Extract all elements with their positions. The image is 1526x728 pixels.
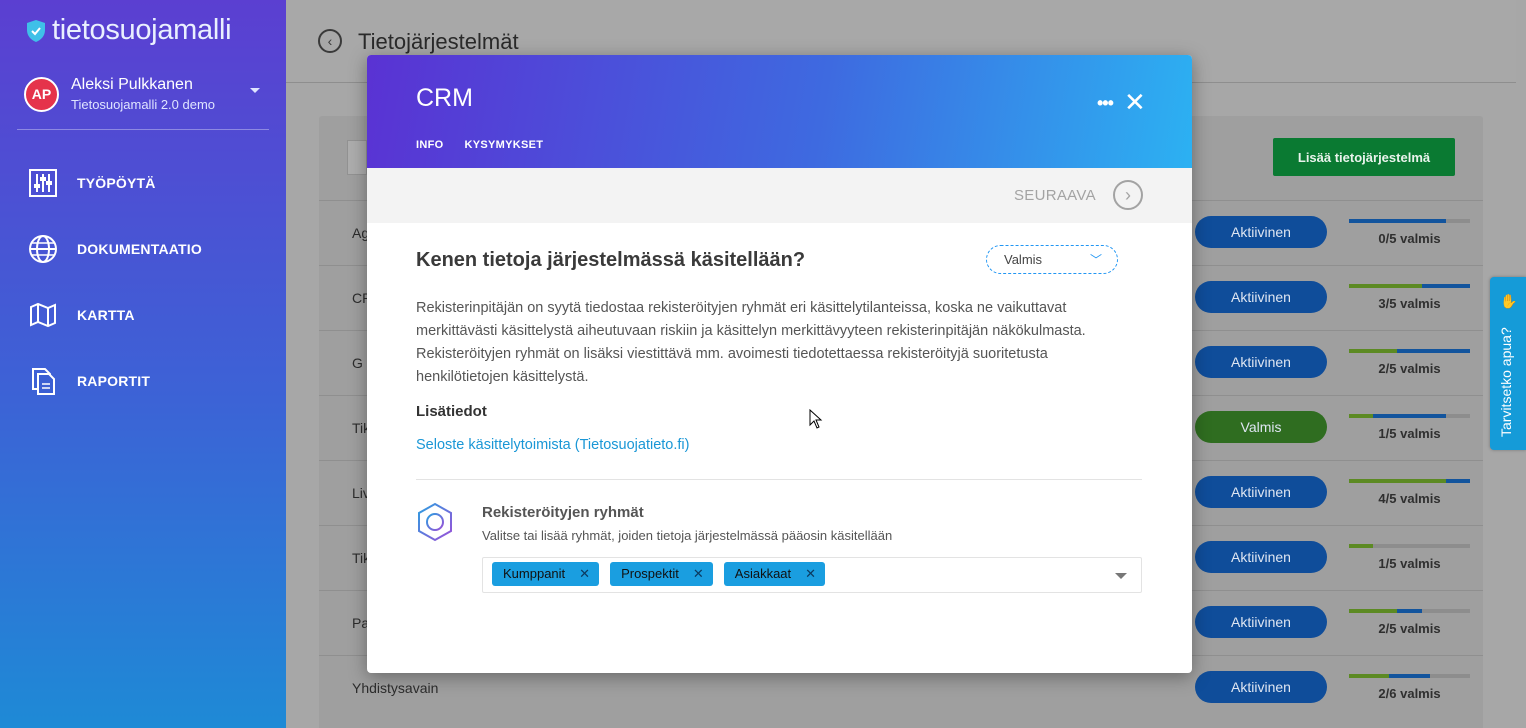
chevron-down-icon[interactable] [1115,573,1127,579]
user-menu[interactable]: AP Aleksi Pulkkanen Tietosuojamalli 2.0 … [24,76,264,112]
question-description: Rekisterinpitäjän on syytä tiedostaa rek… [416,300,1086,385]
question-title: Kenen tietoja järjestelmässä käsitellään… [416,249,806,271]
user-org: Tietosuojamalli 2.0 demo [71,97,216,112]
map-icon [30,302,56,328]
sidebar-item-label: DOKUMENTAATIO [77,241,202,257]
add-system-button[interactable]: Lisää tietojärjestelmä [1273,138,1455,176]
search-input[interactable] [347,140,367,175]
remove-tag-icon[interactable]: ✕ [579,566,590,586]
status-select-value: Valmis [1004,252,1043,267]
status-badge[interactable]: Aktiivinen [1195,216,1327,248]
selected-tags: Kumppanit ✕ Prospektit ✕ Asiakkaat ✕ [492,562,826,586]
chevron-down-icon: ﹀ [1089,253,1102,267]
progress-bar [1349,284,1470,288]
back-button[interactable]: ‹ [318,29,342,53]
progress-bar [1349,544,1470,548]
globe-icon [29,235,57,263]
close-icon[interactable]: ✕ [1124,89,1146,115]
progress-bar [1349,674,1470,678]
remove-tag-icon[interactable]: ✕ [805,566,816,586]
logo[interactable]: tietosuojamalli [26,14,232,47]
shield-logo-icon [27,19,45,42]
progress-bar [1349,609,1470,613]
sidebar: tietosuojamalli AP Aleksi Pulkkanen Tiet… [0,0,286,728]
status-badge[interactable]: Aktiivinen [1195,606,1327,638]
sidebar-item-label: TYÖPÖYTÄ [77,175,156,191]
progress-bar [1349,479,1470,483]
more-options-icon[interactable]: ••• [1097,93,1114,114]
status-badge[interactable]: Aktiivinen [1195,281,1327,313]
status-badge[interactable]: Aktiivinen [1195,476,1327,508]
remove-tag-icon[interactable]: ✕ [693,566,704,586]
tab-info[interactable]: INFO [416,139,443,151]
sidebar-item-label: RAPORTIT [77,373,151,389]
progress-label: 1/5 valmis [1378,426,1441,441]
tag-prospektit: Prospektit ✕ [610,562,713,586]
status-badge[interactable]: Valmis [1195,411,1327,443]
tag-label: Kumppanit [503,566,566,581]
question-nav-bar: SEURAAVA › [367,168,1192,223]
groups-multiselect[interactable]: Kumppanit ✕ Prospektit ✕ Asiakkaat ✕ [482,557,1142,593]
progress-label: 2/5 valmis [1378,361,1441,376]
groups-subtitle: Valitse tai lisää ryhmät, joiden tietoja… [482,528,893,543]
tab-kysymykset[interactable]: KYSYMYKSET [464,139,543,151]
status-badge[interactable]: Aktiivinen [1195,671,1327,703]
progress-label: 1/5 valmis [1378,556,1441,571]
help-tab[interactable]: Tarvitsetko apua? ✋ [1490,277,1526,450]
mouse-cursor-icon [809,409,823,429]
progress-label: 4/5 valmis [1378,491,1441,506]
progress-label: 3/5 valmis [1378,296,1441,311]
sidebar-nav: TYÖPÖYTÄ DOKUMENTAATIO KARTTA RAPORTIT [28,150,202,414]
more-info-heading: Lisätiedot [416,403,487,420]
logo-text: tietosuojamalli [52,14,232,46]
next-button-label[interactable]: SEURAAVA [1014,187,1096,204]
avatar: AP [24,76,59,112]
tag-kumppanit: Kumppanit ✕ [492,562,600,586]
row-name: Yhdistysavain [352,680,439,696]
status-badge[interactable]: Aktiivinen [1195,541,1327,573]
tag-label: Asiakkaat [734,566,792,581]
tag-label: Prospektit [621,566,679,581]
progress-label: 2/5 valmis [1378,621,1441,636]
status-badge[interactable]: Aktiivinen [1195,346,1327,378]
user-name: Aleksi Pulkkanen [71,76,193,93]
page-title: Tietojärjestelmät [358,29,519,54]
sidebar-item-kartta[interactable]: KARTTA [28,282,202,348]
divider [416,479,1142,480]
modal-title: CRM [416,84,473,112]
progress-label: 2/6 valmis [1378,686,1441,701]
progress-bar [1349,349,1470,353]
row-name: G [352,355,363,371]
tag-asiakkaat: Asiakkaat ✕ [723,562,826,586]
progress-bar [1349,219,1470,223]
chevron-right-icon[interactable]: › [1113,180,1143,210]
chevron-left-icon: ‹ [327,33,333,49]
documents-icon [32,368,55,395]
sidebar-item-label: KARTTA [77,307,135,323]
modal-header: CRM ••• ✕ INFO KYSYMYKSET [367,55,1192,168]
groups-title: Rekisteröityjen ryhmät [482,504,644,521]
waving-hand-icon: ✋ [1500,293,1518,309]
sidebar-divider [17,129,269,130]
status-select[interactable]: Valmis ﹀ [986,245,1118,274]
sidebar-item-raportit[interactable]: RAPORTIT [28,348,202,414]
modal-tabs: INFO KYSYMYKSET [416,139,543,151]
sidebar-item-tyopoyta[interactable]: TYÖPÖYTÄ [28,150,202,216]
chevron-down-icon[interactable] [250,88,260,93]
progress-bar [1349,414,1470,418]
hexagon-icon [418,502,452,542]
info-link[interactable]: Seloste käsittelytoimista (Tietosuojatie… [416,437,689,453]
progress-label: 0/5 valmis [1378,231,1441,246]
system-modal: CRM ••• ✕ INFO KYSYMYKSET SEURAAVA › Ken… [367,55,1192,673]
sidebar-item-dokumentaatio[interactable]: DOKUMENTAATIO [28,216,202,282]
sliders-icon [29,169,57,197]
